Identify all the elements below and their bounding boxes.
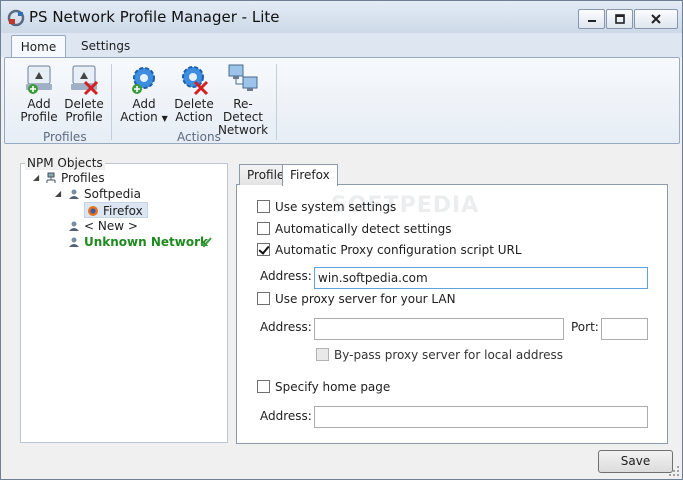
add-profile-button[interactable]: Add Profile xyxy=(17,62,61,124)
gear-delete-icon xyxy=(182,66,209,96)
expand-triangle-icon[interactable]: ◢ xyxy=(33,173,39,182)
auto-detect-checkbox[interactable]: Automatically detect settings xyxy=(257,222,452,236)
ribbon-tab-strip: Home Settings xyxy=(1,33,682,58)
group-separator xyxy=(111,64,112,140)
redetect-network-button[interactable]: Re-Detect Network xyxy=(215,62,271,137)
auto-proxy-script-label: Automatic Proxy configuration script URL xyxy=(275,243,522,257)
use-proxy-lan-checkbox[interactable]: Use proxy server for your LAN xyxy=(257,292,456,306)
auto-detect-label: Automatically detect settings xyxy=(275,222,452,236)
redetect-label-2: Network xyxy=(217,123,269,137)
profile-user-icon xyxy=(69,237,79,247)
checkmark-icon xyxy=(200,237,212,248)
delete-action-label-2: Action xyxy=(175,110,213,124)
tree-node-softpedia-label: Softpedia xyxy=(84,187,141,201)
home-address-input[interactable] xyxy=(314,406,648,428)
tree-node-unknown-network[interactable]: Unknown Network xyxy=(68,234,208,250)
proxy-address-label: Address: xyxy=(260,320,312,334)
delete-profile-button[interactable]: Delete Profile xyxy=(62,62,106,124)
tree-node-unknown-label: Unknown Network xyxy=(84,235,209,249)
resize-grip-icon[interactable] xyxy=(668,465,680,477)
tab-firefox[interactable]: Firefox xyxy=(282,164,338,186)
close-icon xyxy=(651,14,661,24)
delete-profile-icon xyxy=(71,65,99,96)
checkbox-box[interactable] xyxy=(257,222,270,235)
proxy-port-input[interactable] xyxy=(601,318,648,340)
delete-profile-label-2: Profile xyxy=(65,110,103,124)
add-action-label-2-text: Action xyxy=(120,110,158,124)
delete-action-button[interactable]: Delete Action xyxy=(169,62,219,124)
home-address-label: Address: xyxy=(260,409,312,423)
tree-node-firefox-label: Firefox xyxy=(103,204,143,218)
checkbox-box[interactable] xyxy=(257,243,270,256)
checkbox-box[interactable] xyxy=(316,348,329,361)
group-label-profiles: Profiles xyxy=(43,130,87,144)
bypass-local-checkbox[interactable]: By-pass proxy server for local address xyxy=(316,348,563,362)
tree-node-firefox[interactable]: Firefox xyxy=(84,202,148,218)
home-page-checkbox[interactable]: Specify home page xyxy=(257,380,390,394)
minimize-button[interactable] xyxy=(578,9,605,29)
use-system-settings-label: Use system settings xyxy=(275,200,397,214)
checkbox-box[interactable] xyxy=(257,292,270,305)
profile-user-icon xyxy=(69,221,79,231)
group-separator xyxy=(276,64,277,140)
tree-node-softpedia[interactable]: Softpedia xyxy=(68,186,141,202)
tree-node-new[interactable]: < New > xyxy=(68,218,138,234)
tab-settings[interactable]: Settings xyxy=(71,35,140,58)
add-action-button[interactable]: Add Action ▼ xyxy=(119,62,169,125)
save-button[interactable]: Save xyxy=(598,450,673,473)
minimize-icon xyxy=(587,20,596,22)
npm-objects-legend: NPM Objects xyxy=(25,156,105,170)
script-address-label: Address: xyxy=(260,269,312,283)
computer-network-icon xyxy=(228,64,258,91)
proxy-port-label: Port: xyxy=(571,320,599,334)
tree-node-profiles[interactable]: Profiles xyxy=(45,170,105,186)
add-action-label-2: Action ▼ xyxy=(119,111,169,125)
maximize-icon xyxy=(614,14,625,24)
redetect-label-1: Re-Detect xyxy=(222,97,263,124)
bypass-local-label: By-pass proxy server for local address xyxy=(334,348,564,362)
network-wrench-icon[interactable] xyxy=(7,9,25,27)
add-profile-label-2: Profile xyxy=(20,110,58,124)
use-system-settings-checkbox[interactable]: Use system settings xyxy=(257,200,396,214)
tab-home[interactable]: Home xyxy=(11,35,66,58)
checkbox-box[interactable] xyxy=(257,380,270,393)
dropdown-arrow-icon: ▼ xyxy=(161,114,168,123)
network-node-icon xyxy=(46,172,56,183)
title-bar: PS Network Profile Manager - Lite xyxy=(1,1,682,33)
add-profile-icon xyxy=(26,65,52,94)
group-label-actions: Actions xyxy=(177,130,221,144)
maximize-button[interactable] xyxy=(606,9,633,29)
close-button[interactable] xyxy=(634,9,678,29)
profile-user-icon xyxy=(69,189,79,199)
ribbon-panel: Add Profile Delete Profile Profiles Add … xyxy=(4,57,680,144)
home-page-label: Specify home page xyxy=(275,380,391,394)
auto-proxy-script-checkbox[interactable]: Automatic Proxy configuration script URL xyxy=(257,243,522,257)
expand-triangle-icon[interactable]: ◢ xyxy=(55,189,61,198)
proxy-address-input[interactable] xyxy=(314,318,564,340)
tree-node-profiles-label: Profiles xyxy=(61,171,105,185)
app-window: PS Network Profile Manager - Lite Home S… xyxy=(0,0,683,480)
use-proxy-lan-label: Use proxy server for your LAN xyxy=(275,292,456,306)
checkbox-box[interactable] xyxy=(257,200,270,213)
script-address-input[interactable]: win.softpedia.com xyxy=(314,267,648,289)
window-title: PS Network Profile Manager - Lite xyxy=(29,8,280,26)
gear-add-icon xyxy=(132,67,155,94)
tree-node-new-label: < New > xyxy=(84,219,138,233)
firefox-icon xyxy=(88,206,98,216)
